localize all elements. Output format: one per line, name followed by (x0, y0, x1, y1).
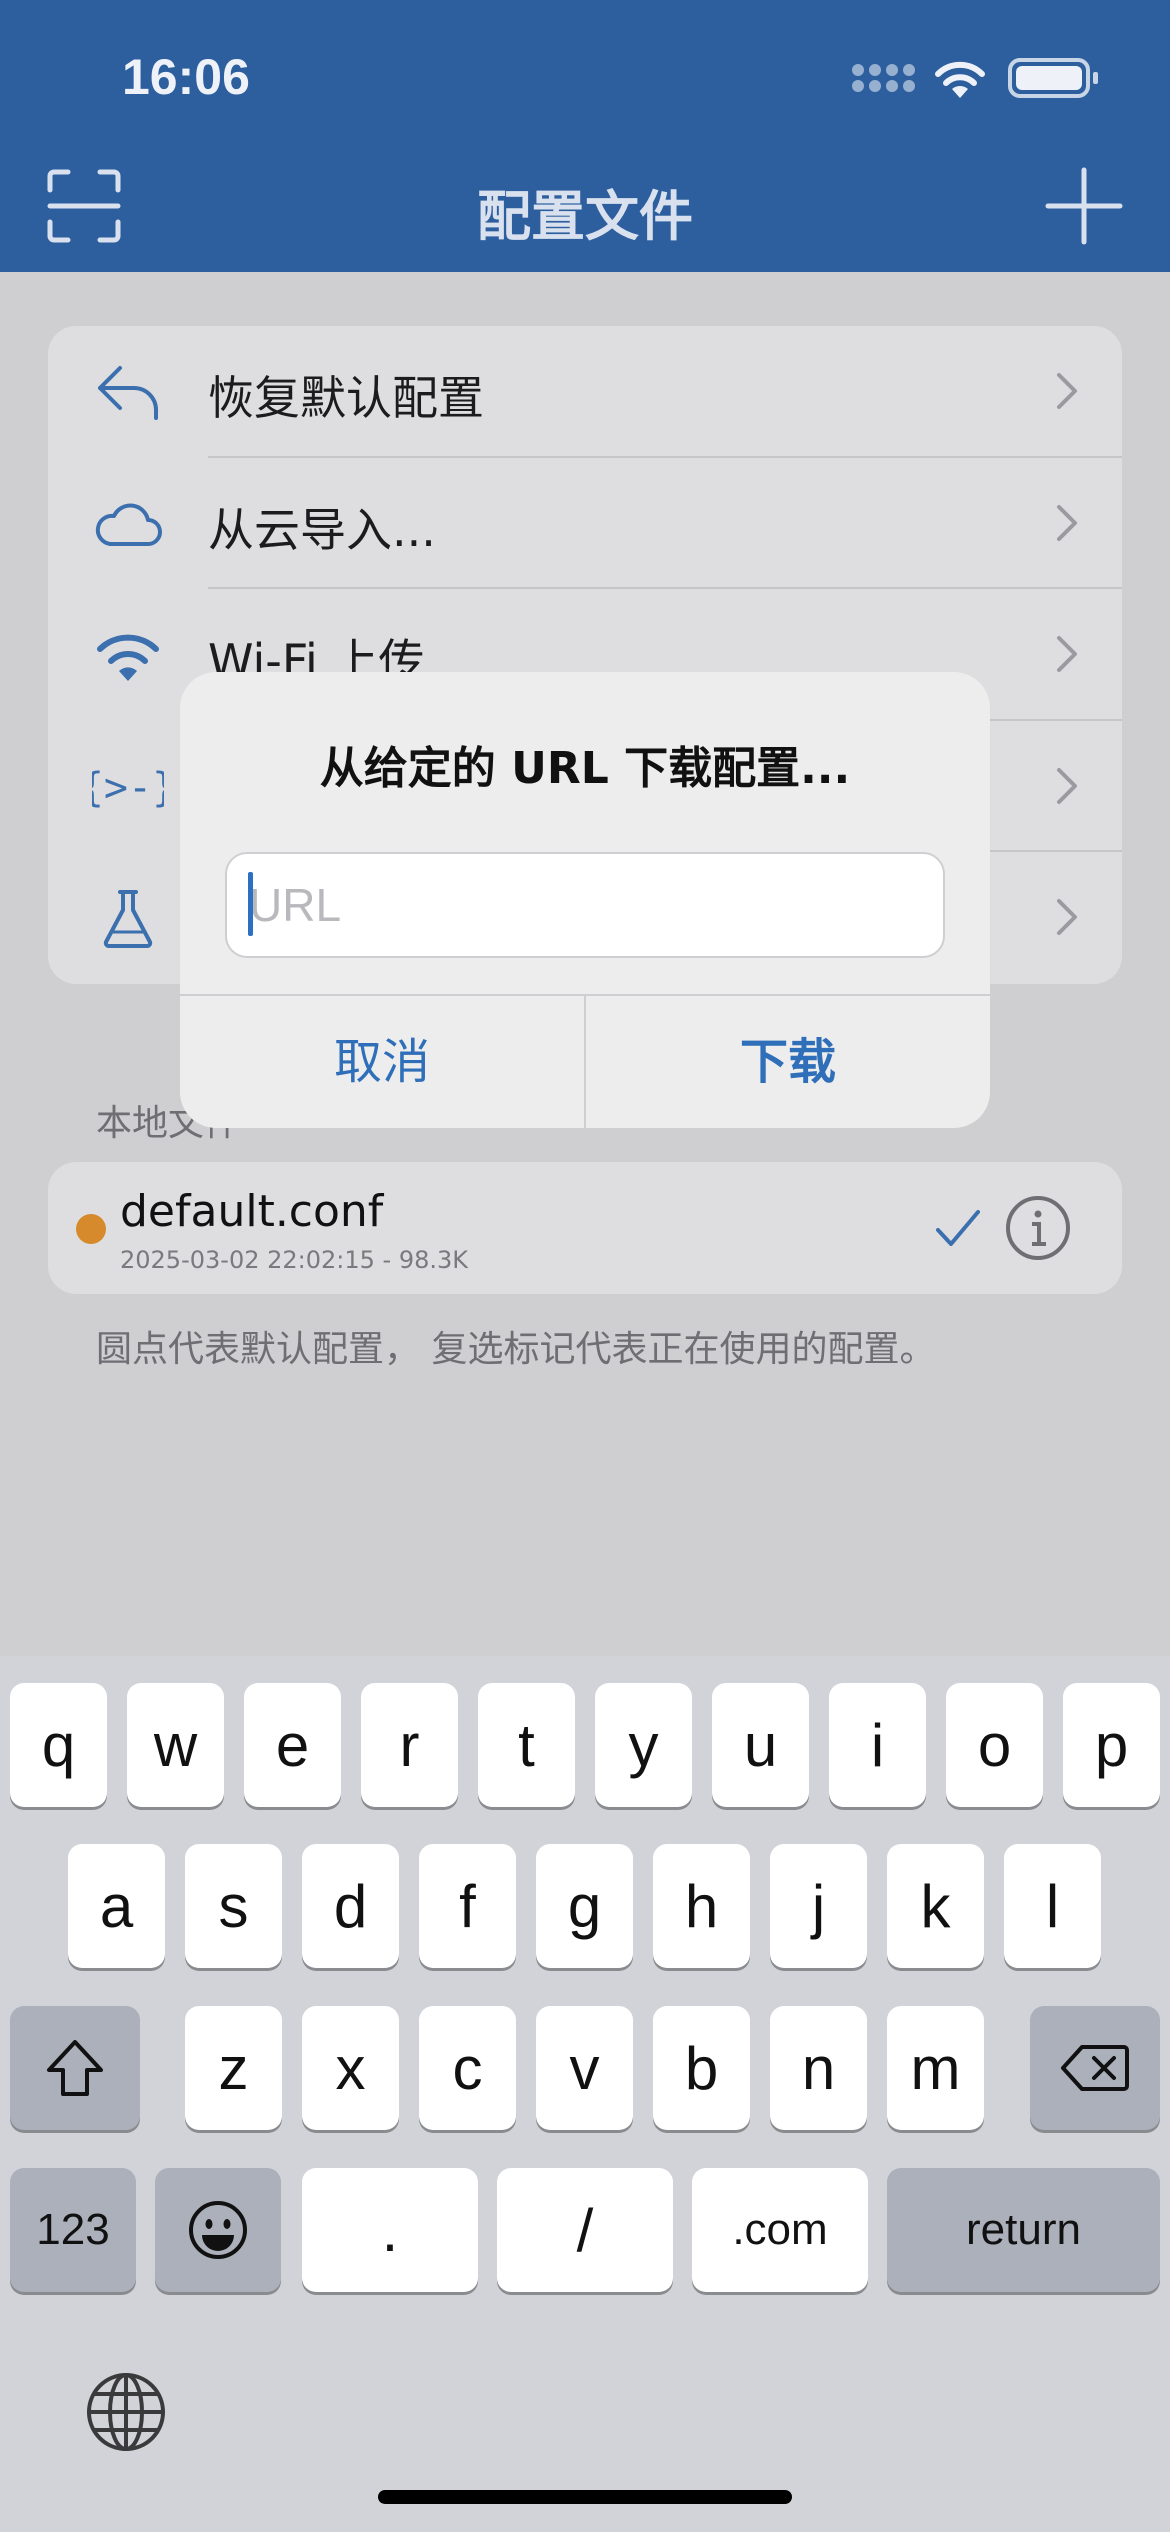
chevron-right-icon (1057, 373, 1077, 409)
key-y[interactable]: y (595, 1683, 692, 1807)
cancel-button[interactable]: 取消 (180, 996, 584, 1128)
url-input[interactable] (225, 852, 945, 958)
key-s[interactable]: s (185, 1844, 282, 1968)
globe-icon[interactable] (84, 2370, 168, 2454)
file-name: default.conf (120, 1186, 384, 1237)
home-indicator[interactable] (378, 2490, 792, 2504)
download-button[interactable]: 下载 (586, 996, 990, 1128)
key-c[interactable]: c (419, 2006, 516, 2130)
status-time: 16:06 (122, 49, 250, 105)
chevron-right-icon (1057, 899, 1077, 936)
shift-key[interactable] (10, 2006, 140, 2130)
key-e[interactable]: e (244, 1683, 341, 1807)
menu-item-label: 恢复默认配置 (208, 371, 484, 425)
emoji-key[interactable] (155, 2168, 281, 2292)
key-d[interactable]: d (302, 1844, 399, 1968)
emoji-icon (189, 2201, 247, 2259)
key-x[interactable]: x (302, 2006, 399, 2130)
key-z[interactable]: z (185, 2006, 282, 2130)
numbers-key[interactable]: 123 (10, 2168, 136, 2292)
dotcom-key[interactable]: .com (692, 2168, 868, 2292)
menu-item-label: 从云导入... (208, 502, 436, 557)
flask-icon (103, 890, 153, 949)
navigation-bar: 16:06 配置文件 (0, 0, 1170, 272)
key-a[interactable]: a (68, 1844, 165, 1968)
key-r[interactable]: r (361, 1683, 458, 1807)
wifi-status-icon (935, 61, 985, 98)
battery-icon (1008, 58, 1098, 98)
menu-item-import-cloud[interactable]: 从云导入... (48, 458, 1122, 590)
file-row-default-conf[interactable]: default.conf 2025-03-02 22:02:15 - 98.3K (48, 1162, 1122, 1294)
key-q[interactable]: q (10, 1683, 107, 1807)
checkmark-icon (936, 1210, 980, 1246)
key-j[interactable]: j (770, 1844, 867, 1968)
menu-item-restore-default[interactable]: 恢复默认配置 (48, 326, 1122, 458)
default-dot-icon (76, 1214, 106, 1244)
slash-key[interactable]: / (497, 2168, 673, 2292)
text-cursor (248, 872, 253, 936)
chevron-right-icon (1057, 504, 1077, 541)
period-key[interactable]: . (302, 2168, 478, 2292)
chevron-right-icon (1057, 767, 1077, 804)
delete-key[interactable] (1030, 2006, 1160, 2130)
backspace-icon (1061, 2045, 1129, 2091)
key-p[interactable]: p (1063, 1683, 1160, 1807)
dialog-title: 从给定的 URL 下载配置... (319, 743, 851, 794)
key-l[interactable]: l (1004, 1844, 1101, 1968)
key-h[interactable]: h (653, 1844, 750, 1968)
key-o[interactable]: o (946, 1683, 1043, 1807)
key-u[interactable]: u (712, 1683, 809, 1807)
undo-icon (98, 366, 158, 420)
download-url-dialog: 从给定的 URL 下载配置... 取消 下载 (180, 672, 990, 1128)
key-g[interactable]: g (536, 1844, 633, 1968)
key-m[interactable]: m (887, 2006, 984, 2130)
key-t[interactable]: t (478, 1683, 575, 1807)
key-b[interactable]: b (653, 2006, 750, 2130)
svg-text:{>-}: {>-} (92, 765, 164, 811)
key-i[interactable]: i (829, 1683, 926, 1807)
legend-footnote: 圆点代表默认配置， 复选标记代表正在使用的配置。 (96, 1329, 936, 1370)
info-icon[interactable] (1004, 1194, 1072, 1262)
file-meta: 2025-03-02 22:02:15 - 98.3K (120, 1246, 468, 1274)
key-f[interactable]: f (419, 1844, 516, 1968)
return-key[interactable]: return (887, 2168, 1160, 2292)
wifi-icon (97, 634, 159, 682)
cloud-icon (95, 503, 162, 546)
key-n[interactable]: n (770, 2006, 867, 2130)
add-icon[interactable] (1044, 166, 1124, 246)
code-icon: {>-} (92, 765, 164, 811)
keyboard: q w e r t y u i o p a s d f g h j k l z … (0, 1656, 1170, 2532)
key-k[interactable]: k (887, 1844, 984, 1968)
chevron-right-icon (1057, 636, 1077, 673)
key-w[interactable]: w (127, 1683, 224, 1807)
shift-icon (47, 2040, 103, 2096)
cellular-signal-icon (852, 64, 916, 98)
page-title: 配置文件 (477, 185, 693, 248)
key-v[interactable]: v (536, 2006, 633, 2130)
